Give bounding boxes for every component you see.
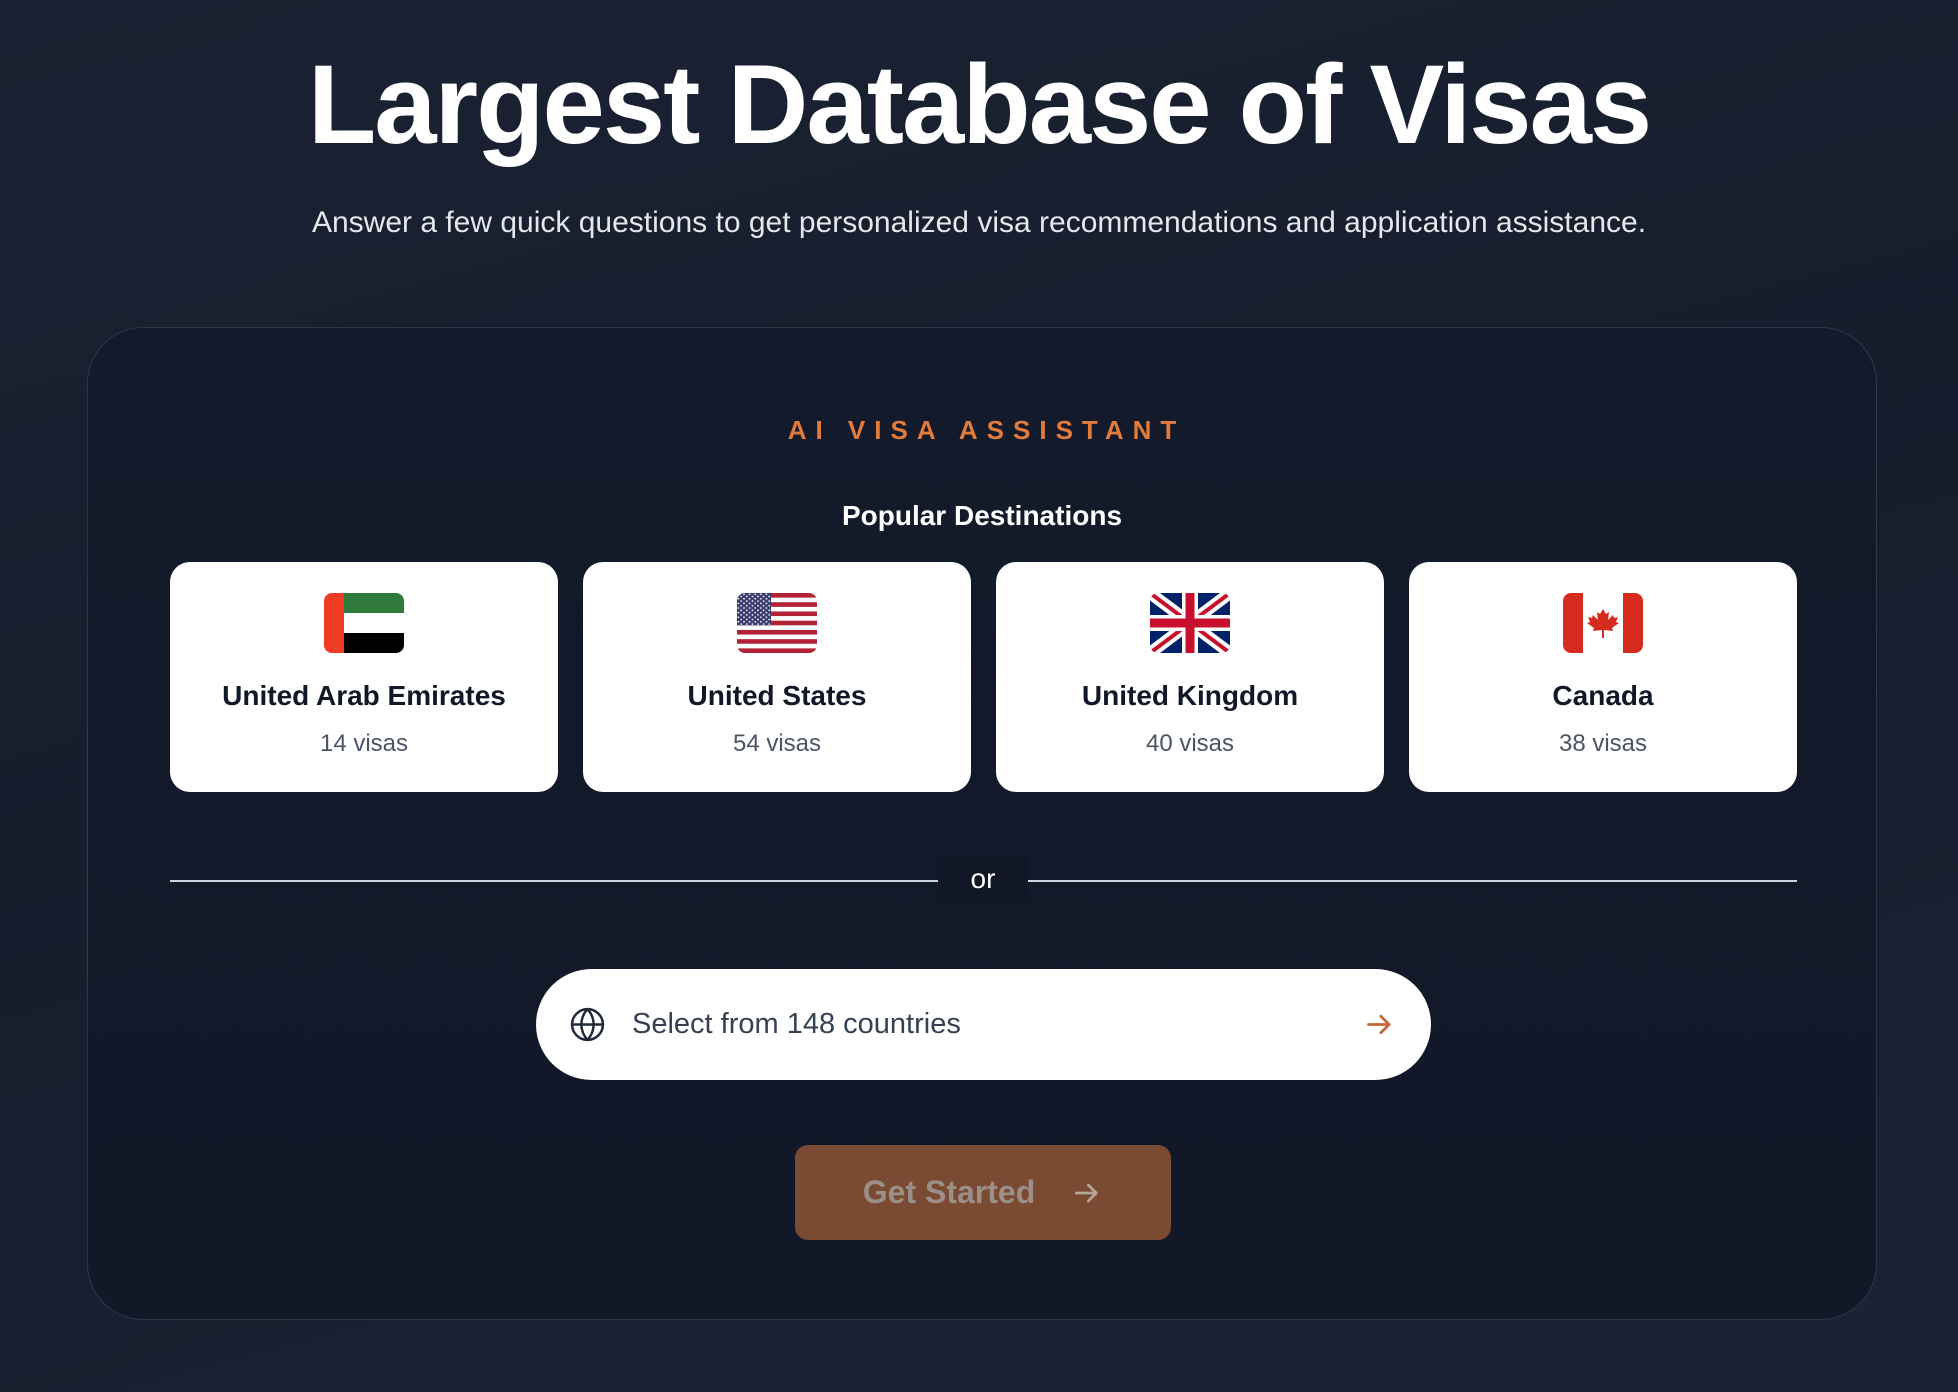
destination-visa-count: 54 visas xyxy=(732,730,822,757)
arrow-right-icon xyxy=(1075,1183,1098,1202)
country-select-label: Select from 148 countries xyxy=(632,1008,961,1040)
destination-name: Canada xyxy=(1552,680,1654,711)
uk-flag-icon xyxy=(1150,593,1230,653)
arrow-right-icon xyxy=(1367,1014,1391,1035)
destination-visa-count: 40 visas xyxy=(1145,730,1235,757)
country-select[interactable]: Select from 148 countries xyxy=(536,969,1431,1080)
destination-name: United Kingdom xyxy=(1081,680,1299,711)
divider-label: or xyxy=(938,855,1028,903)
destination-card-uk[interactable]: United Kingdom 40 visas xyxy=(996,562,1384,792)
page-title: Largest Database of Visas xyxy=(307,42,1652,167)
assistant-eyebrow: AI VISA ASSISTANT xyxy=(787,415,1186,445)
destination-visa-count: 38 visas xyxy=(1558,730,1648,757)
get-started-label: Get Started xyxy=(862,1174,1036,1210)
canada-flag-icon xyxy=(1563,593,1643,653)
visa-assistant-card: AI VISA ASSISTANT Popular Destinations U… xyxy=(87,327,1877,1320)
get-started-button[interactable]: Get Started xyxy=(795,1145,1171,1240)
destination-visa-count: 14 visas xyxy=(319,730,409,757)
globe-icon xyxy=(570,1007,605,1042)
destination-list: United Arab Emirates 14 visas United Sta… xyxy=(170,562,1797,792)
popular-destinations-title: Popular Destinations xyxy=(841,500,1123,531)
page-subtitle: Answer a few quick questions to get pers… xyxy=(311,206,1647,239)
destination-name: United States xyxy=(687,680,867,711)
destination-card-uae[interactable]: United Arab Emirates 14 visas xyxy=(170,562,558,792)
us-flag-icon xyxy=(737,593,817,653)
destination-name: United Arab Emirates xyxy=(222,680,506,711)
destination-card-us[interactable]: United States 54 visas xyxy=(583,562,971,792)
destination-card-canada[interactable]: Canada 38 visas xyxy=(1409,562,1797,792)
uae-flag-icon xyxy=(324,593,404,653)
